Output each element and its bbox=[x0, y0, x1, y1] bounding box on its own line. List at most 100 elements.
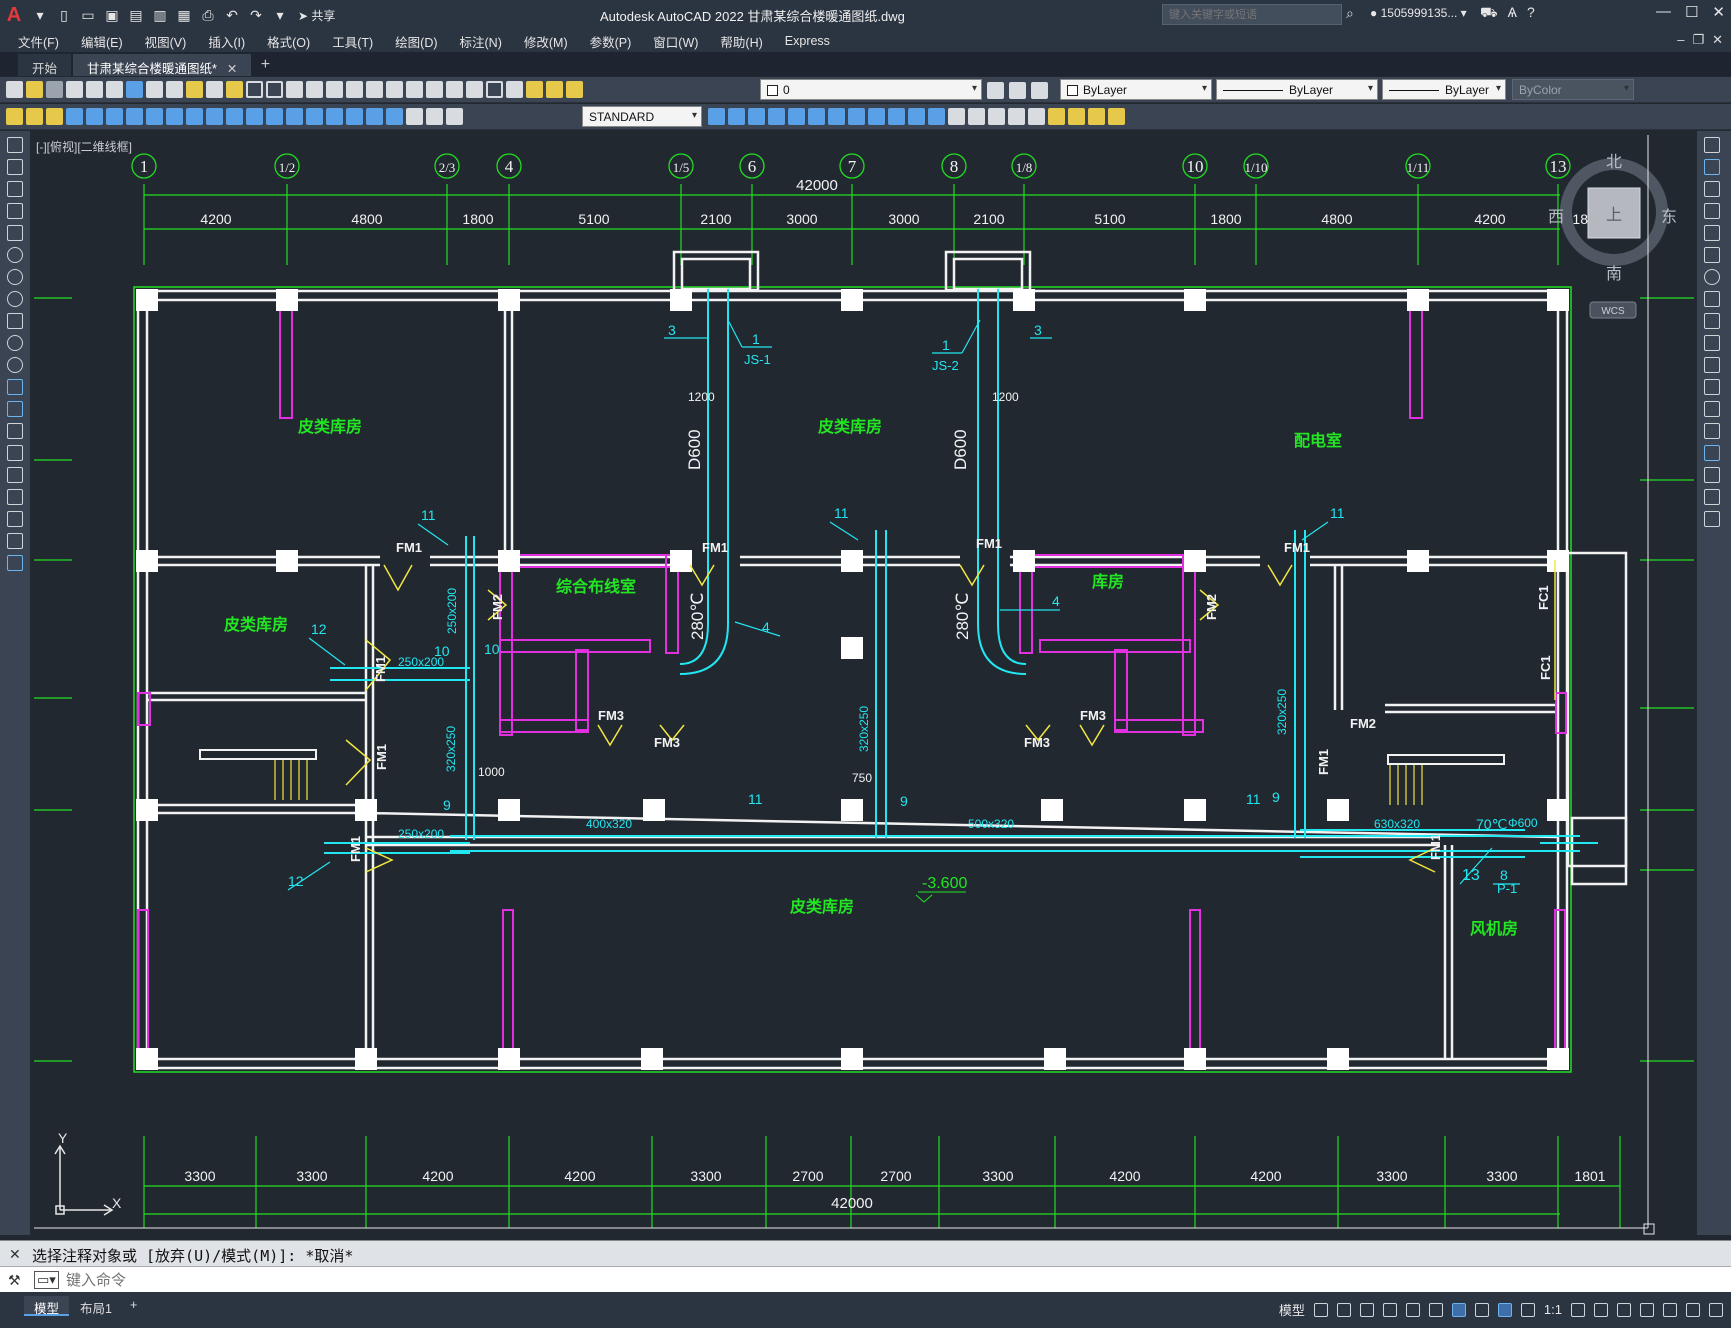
cart-icon[interactable]: ⛟ bbox=[1480, 4, 1498, 23]
menu-view[interactable]: 视图(V) bbox=[145, 32, 187, 51]
annotation-monitor-icon[interactable] bbox=[1594, 1302, 1608, 1317]
revcloud-icon[interactable] bbox=[7, 291, 23, 307]
radius-dim-icon[interactable] bbox=[146, 108, 163, 125]
units-icon[interactable] bbox=[1617, 1302, 1631, 1317]
drawing-canvas[interactable]: 1 1/2 2/3 4 1/5 6 7 8 1/8 10 1/10 1/11 13 42000 4200… bbox=[30, 131, 1697, 1235]
search-icon[interactable]: ⌕ bbox=[1346, 5, 1354, 22]
sheet-set-icon[interactable] bbox=[426, 81, 443, 98]
arc-length-dim-icon[interactable] bbox=[106, 108, 123, 125]
object-snap-tracking-icon[interactable] bbox=[1428, 1302, 1443, 1317]
save-icon[interactable] bbox=[46, 81, 63, 98]
drawing-svg[interactable]: 1 1/2 2/3 4 1/5 6 7 8 1/8 10 1/10 1/11 13 42000 4200… bbox=[30, 131, 1697, 1235]
menu-express[interactable]: Express bbox=[785, 34, 830, 48]
menu-insert[interactable]: 插入(I) bbox=[208, 32, 245, 51]
menu-help[interactable]: 帮助(H) bbox=[720, 32, 762, 51]
ordinate-dim-icon[interactable] bbox=[126, 108, 143, 125]
autocad-logo-icon[interactable]: A bbox=[0, 4, 28, 27]
stretch-palette-icon[interactable] bbox=[1704, 313, 1720, 329]
pan-icon[interactable] bbox=[286, 81, 303, 98]
inspection-icon[interactable] bbox=[366, 108, 383, 125]
rectangle-icon[interactable] bbox=[7, 225, 23, 241]
plot-icon[interactable]: ⎙ bbox=[197, 4, 219, 26]
properties-icon[interactable] bbox=[366, 81, 383, 98]
clean-screen-icon[interactable] bbox=[1686, 1302, 1700, 1317]
chamfer-icon[interactable] bbox=[988, 108, 1005, 125]
add-selected-icon[interactable] bbox=[7, 555, 23, 571]
tab-drawing[interactable]: 甘肃某综合楼暖通图纸* ✕ bbox=[73, 54, 252, 76]
customization-icon[interactable] bbox=[1709, 1302, 1723, 1317]
search-input[interactable] bbox=[1162, 4, 1342, 25]
object-snap-icon[interactable] bbox=[1451, 1302, 1466, 1317]
move-icon[interactable] bbox=[828, 108, 845, 125]
new-icon[interactable] bbox=[6, 81, 23, 98]
array-icon[interactable] bbox=[808, 108, 825, 125]
extend-palette-icon[interactable] bbox=[1704, 357, 1720, 373]
jogged-dim-icon[interactable] bbox=[166, 108, 183, 125]
close-icon[interactable]: ✕ bbox=[1712, 3, 1725, 21]
construction-line-icon[interactable] bbox=[7, 159, 23, 175]
rotate-palette-icon[interactable] bbox=[1704, 269, 1720, 285]
copy-icon[interactable] bbox=[166, 81, 183, 98]
break-point-palette-icon[interactable] bbox=[1704, 379, 1720, 395]
menu-edit[interactable]: 编辑(E) bbox=[81, 32, 123, 51]
workspace-icon[interactable] bbox=[6, 108, 23, 125]
dim-edit-icon[interactable] bbox=[406, 108, 423, 125]
array-palette-icon[interactable] bbox=[1704, 225, 1720, 241]
blend-palette-icon[interactable] bbox=[1704, 489, 1720, 505]
lineweight-icon[interactable] bbox=[1474, 1302, 1489, 1317]
tolerance-icon[interactable] bbox=[326, 108, 343, 125]
workspace-save-icon[interactable] bbox=[26, 108, 43, 125]
model-space-button[interactable]: 模型 bbox=[1279, 1300, 1305, 1319]
new-tab-icon[interactable]: + bbox=[253, 56, 277, 76]
copy-object-icon[interactable] bbox=[748, 108, 765, 125]
zoom-window-icon[interactable] bbox=[326, 81, 343, 98]
markup-icon[interactable] bbox=[446, 81, 463, 98]
polar-icon[interactable] bbox=[1382, 1302, 1397, 1317]
match-properties-icon[interactable] bbox=[206, 81, 223, 98]
layer-state-icon[interactable] bbox=[1031, 82, 1048, 99]
doc-restore-icon[interactable]: ❐ bbox=[1692, 32, 1704, 48]
point-icon[interactable] bbox=[7, 423, 23, 439]
angular-dim-icon[interactable] bbox=[206, 108, 223, 125]
open-folder-icon[interactable]: ▭ bbox=[77, 4, 99, 26]
undo-tb-icon[interactable] bbox=[246, 81, 263, 98]
doc-close-icon[interactable]: ✕ bbox=[1712, 32, 1723, 48]
fillet-icon[interactable] bbox=[1008, 108, 1025, 125]
layer-freeze-icon[interactable] bbox=[546, 81, 563, 98]
open-web-icon[interactable]: ▥ bbox=[149, 4, 171, 26]
scale-icon[interactable] bbox=[868, 108, 885, 125]
hardware-acceleration-icon[interactable] bbox=[1663, 1302, 1677, 1317]
customize-wrench-icon[interactable]: ⚒ bbox=[8, 1272, 21, 1289]
layer-on-icon[interactable] bbox=[526, 81, 543, 98]
color-dropdown[interactable]: ByLayer ▾ bbox=[1060, 79, 1212, 100]
preview-icon[interactable] bbox=[86, 81, 103, 98]
trim-palette-icon[interactable] bbox=[1704, 335, 1720, 351]
isodraft-icon[interactable] bbox=[1405, 1302, 1420, 1317]
layer-previous-icon[interactable] bbox=[1009, 82, 1026, 99]
viewcube-north[interactable]: 北 bbox=[1606, 152, 1622, 171]
hatch-icon[interactable] bbox=[7, 445, 23, 461]
annotation-scale[interactable]: 1:1 bbox=[1544, 1302, 1562, 1317]
bring-front-icon[interactable] bbox=[1068, 108, 1085, 125]
textstyle-dropdown[interactable]: STANDARD ▾ bbox=[582, 106, 702, 127]
close-command-line-icon[interactable]: ✕ bbox=[9, 1246, 21, 1263]
gradient-icon[interactable] bbox=[7, 467, 23, 483]
viewport-controls[interactable]: [-][俯视][二维线框] bbox=[36, 138, 132, 155]
center-mark-icon[interactable] bbox=[346, 108, 363, 125]
dim-update-icon[interactable] bbox=[446, 108, 463, 125]
cut-icon[interactable] bbox=[146, 81, 163, 98]
send-back-icon[interactable] bbox=[1088, 108, 1105, 125]
open-icon[interactable] bbox=[26, 81, 43, 98]
zoom-previous-icon[interactable] bbox=[346, 81, 363, 98]
viewcube-east[interactable]: 东 bbox=[1661, 207, 1677, 226]
snap-icon[interactable] bbox=[1336, 1302, 1351, 1317]
share-button[interactable]: ➤ 共享 bbox=[298, 7, 335, 24]
save-as-icon[interactable]: ▤ bbox=[125, 4, 147, 26]
viewcube-west[interactable]: 西 bbox=[1548, 207, 1564, 226]
redo-icon[interactable]: ↷ bbox=[245, 4, 267, 26]
insert-block-icon[interactable] bbox=[7, 379, 23, 395]
explode-palette-icon[interactable] bbox=[1704, 511, 1720, 527]
dim-space-icon[interactable] bbox=[286, 108, 303, 125]
extend-icon[interactable] bbox=[928, 108, 945, 125]
menu-draw[interactable]: 绘图(D) bbox=[395, 32, 437, 51]
